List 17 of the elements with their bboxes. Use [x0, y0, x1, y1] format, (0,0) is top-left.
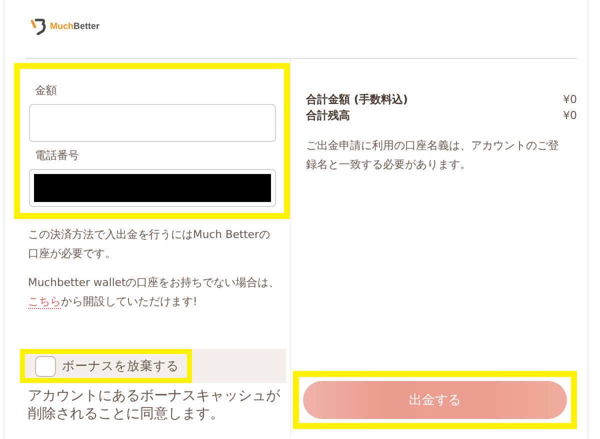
bonus-note: アカウントにあるボーナスキャッシュが削除されることに同意します。: [28, 387, 281, 423]
logo-text: MuchBetter: [50, 21, 100, 31]
summary-value: ¥0: [563, 92, 577, 108]
summary-label: 合計残高: [306, 108, 350, 124]
summary-value: ¥0: [563, 108, 577, 124]
field-label: 金額: [35, 83, 58, 98]
info-text: この決済方法で入出金を行うにはMuch Betterの口座が必要です。: [28, 227, 271, 262]
summary-label: 合計金額 (手数料込): [306, 92, 408, 108]
input-field[interactable]: [29, 169, 276, 207]
field-label: 電話番号: [35, 148, 80, 163]
signup-link[interactable]: こちら: [28, 295, 61, 309]
note-text: ご出金申請に利用の口座名義は、アカウントのご登録名と一致する必要があります。: [306, 138, 560, 173]
signup-text: Muchbetter walletの口座をお持ちでない場合は、 こちらから開設していただけます!: [28, 275, 281, 311]
checkbox[interactable]: [35, 356, 56, 376]
logo-icon: [31, 18, 47, 34]
input-field[interactable]: [29, 104, 276, 142]
withdraw-button[interactable]: 出金する: [303, 381, 567, 419]
